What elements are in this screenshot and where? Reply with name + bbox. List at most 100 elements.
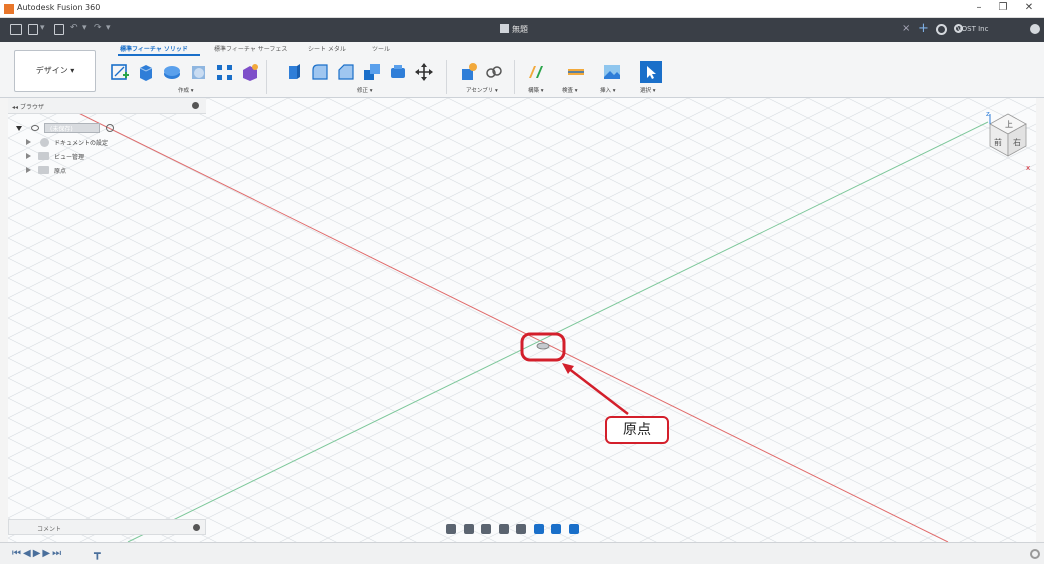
group-select[interactable]: 選択 ▾ xyxy=(640,86,656,94)
fit-icon[interactable] xyxy=(516,524,527,534)
expand-icon[interactable] xyxy=(26,153,31,159)
zoom-icon[interactable] xyxy=(498,524,509,534)
maximize-button[interactable]: ❐ xyxy=(996,2,1010,13)
fillet-icon[interactable] xyxy=(310,62,330,82)
gear-icon xyxy=(40,138,49,147)
visibility-eye-icon[interactable] xyxy=(31,125,39,131)
workspace-switcher[interactable]: デザイン ▾ xyxy=(14,50,96,92)
pin-icon[interactable] xyxy=(192,102,199,109)
document-tab[interactable]: 無題 xyxy=(500,24,528,35)
combine-icon[interactable] xyxy=(388,62,408,82)
grid-settings-icon[interactable] xyxy=(551,524,562,534)
tree-root[interactable]: (未保存) xyxy=(14,122,114,136)
tab-tools[interactable]: ツール xyxy=(372,44,390,53)
chamfer-icon[interactable] xyxy=(336,62,356,82)
view-cube-front-label: 前 xyxy=(994,137,1002,147)
file-dropdown-icon[interactable]: ▾ xyxy=(40,23,45,33)
close-tab-button[interactable]: × xyxy=(902,23,910,34)
ribbon-separator xyxy=(266,60,267,94)
data-panel-icon[interactable] xyxy=(10,24,22,35)
tab-surface[interactable]: 標準フィーチャ サーフェス xyxy=(214,44,287,53)
tab-sheet-metal[interactable]: シート メタル xyxy=(308,44,346,53)
tab-solid[interactable]: 標準フィーチャ ソリッド xyxy=(120,44,188,53)
look-at-icon[interactable] xyxy=(463,524,474,534)
fusion-logo-icon xyxy=(4,4,14,14)
display-settings-icon[interactable] xyxy=(533,524,544,534)
comments-pin-icon[interactable] xyxy=(193,524,200,531)
timeline-playback-controls[interactable]: ⏮◀▶▶⏭ xyxy=(12,548,63,559)
app-title: Autodesk Fusion 360 xyxy=(17,3,101,12)
sweep-icon[interactable] xyxy=(188,62,208,82)
active-tab-indicator xyxy=(118,54,200,56)
user-account[interactable]: VOST Inc xyxy=(957,25,988,33)
pattern-icon[interactable] xyxy=(214,62,234,82)
activate-radio-icon[interactable] xyxy=(106,124,114,132)
insert-image-icon[interactable] xyxy=(602,62,622,82)
group-insert[interactable]: 挿入 ▾ xyxy=(600,86,616,94)
select-icon[interactable] xyxy=(640,61,662,83)
undo-dropdown-icon[interactable]: ▾ xyxy=(82,23,87,33)
minimize-button[interactable]: – xyxy=(972,2,986,13)
group-assemble[interactable]: アセンブリ ▾ xyxy=(466,86,498,94)
viewports-icon[interactable] xyxy=(568,524,579,534)
orbit-icon[interactable] xyxy=(446,524,456,534)
group-create[interactable]: 作成 ▾ xyxy=(178,86,194,94)
toolbar-ribbon: デザイン ▾ 標準フィーチャ ソリッド 標準フィーチャ サーフェス シート メタ… xyxy=(0,42,1044,98)
pan-icon[interactable] xyxy=(481,524,492,534)
offset-plane-icon[interactable] xyxy=(526,62,546,82)
browser-panel-header[interactable]: ◂◂ ブラウザ xyxy=(8,98,206,114)
form-icon[interactable] xyxy=(240,62,260,82)
workspace-label: デザイン xyxy=(35,66,68,75)
timeline-bar: ⏮◀▶▶⏭ ┳ xyxy=(0,542,1044,564)
job-status-icon[interactable] xyxy=(936,24,947,35)
tree-item-label: 原点 xyxy=(54,168,67,175)
comments-label: コメント xyxy=(37,526,62,533)
group-modify[interactable]: 修正 ▾ xyxy=(357,86,373,94)
browser-tree: (未保存) ドキュメントの設定 ビュー管理 原点 xyxy=(14,122,114,178)
document-icon xyxy=(500,24,509,33)
folder-icon xyxy=(38,166,49,174)
collapse-icon[interactable] xyxy=(16,126,22,131)
view-cube-right-label: 右 xyxy=(1013,137,1021,147)
timeline-marker-icon[interactable]: ┳ xyxy=(94,547,101,560)
measure-icon[interactable] xyxy=(566,62,586,82)
grid-canvas[interactable] xyxy=(8,98,1036,542)
fusion-app: Autodesk Fusion 360 – ❐ ✕ ▾ ↶ ▾ ↷ ▾ 無題 ×… xyxy=(0,0,1044,564)
expand-icon[interactable] xyxy=(26,167,31,173)
root-label: (未保存) xyxy=(50,126,73,133)
navigation-toolbar xyxy=(446,524,583,538)
joint-icon[interactable] xyxy=(484,62,504,82)
view-cube[interactable]: 上 前 右 z x xyxy=(982,110,1034,172)
view-cube-top-label: 上 xyxy=(1005,120,1013,129)
expand-icon[interactable] xyxy=(26,139,31,145)
redo-icon[interactable]: ↷ xyxy=(94,23,102,33)
new-component-icon[interactable] xyxy=(458,62,478,82)
save-icon[interactable] xyxy=(54,24,64,35)
document-title: 無題 xyxy=(512,25,528,34)
file-menu-icon[interactable] xyxy=(28,24,38,35)
new-tab-icon[interactable]: + xyxy=(918,21,929,36)
ribbon-separator xyxy=(514,60,515,94)
folder-icon xyxy=(38,152,49,160)
shell-icon[interactable] xyxy=(362,62,382,82)
ground-grid xyxy=(8,98,1036,542)
browser-title: ◂◂ ブラウザ xyxy=(12,104,44,111)
group-construct[interactable]: 構築 ▾ xyxy=(528,86,544,94)
comments-panel[interactable]: コメント xyxy=(8,519,206,535)
timeline-settings-gear-icon[interactable] xyxy=(1030,549,1040,559)
revolve-icon[interactable] xyxy=(162,62,182,82)
create-sketch-icon[interactable] xyxy=(110,62,130,82)
press-pull-icon[interactable] xyxy=(284,62,304,82)
undo-icon[interactable]: ↶ xyxy=(70,23,78,33)
document-bar: ▾ ↶ ▾ ↷ ▾ 無題 × + VOST Inc xyxy=(0,18,1044,42)
group-inspect[interactable]: 検査 ▾ xyxy=(562,86,578,94)
origin-callout: 原点 xyxy=(605,416,669,444)
redo-dropdown-icon[interactable]: ▾ xyxy=(106,23,111,33)
extrude-icon[interactable] xyxy=(136,62,156,82)
tree-item-label: ドキュメントの設定 xyxy=(54,140,109,147)
help-icon[interactable] xyxy=(1030,24,1040,34)
move-icon[interactable] xyxy=(414,62,434,82)
origin-point-icon[interactable] xyxy=(536,342,550,350)
close-button[interactable]: ✕ xyxy=(1022,2,1036,13)
canvas-viewport[interactable] xyxy=(8,98,1036,542)
